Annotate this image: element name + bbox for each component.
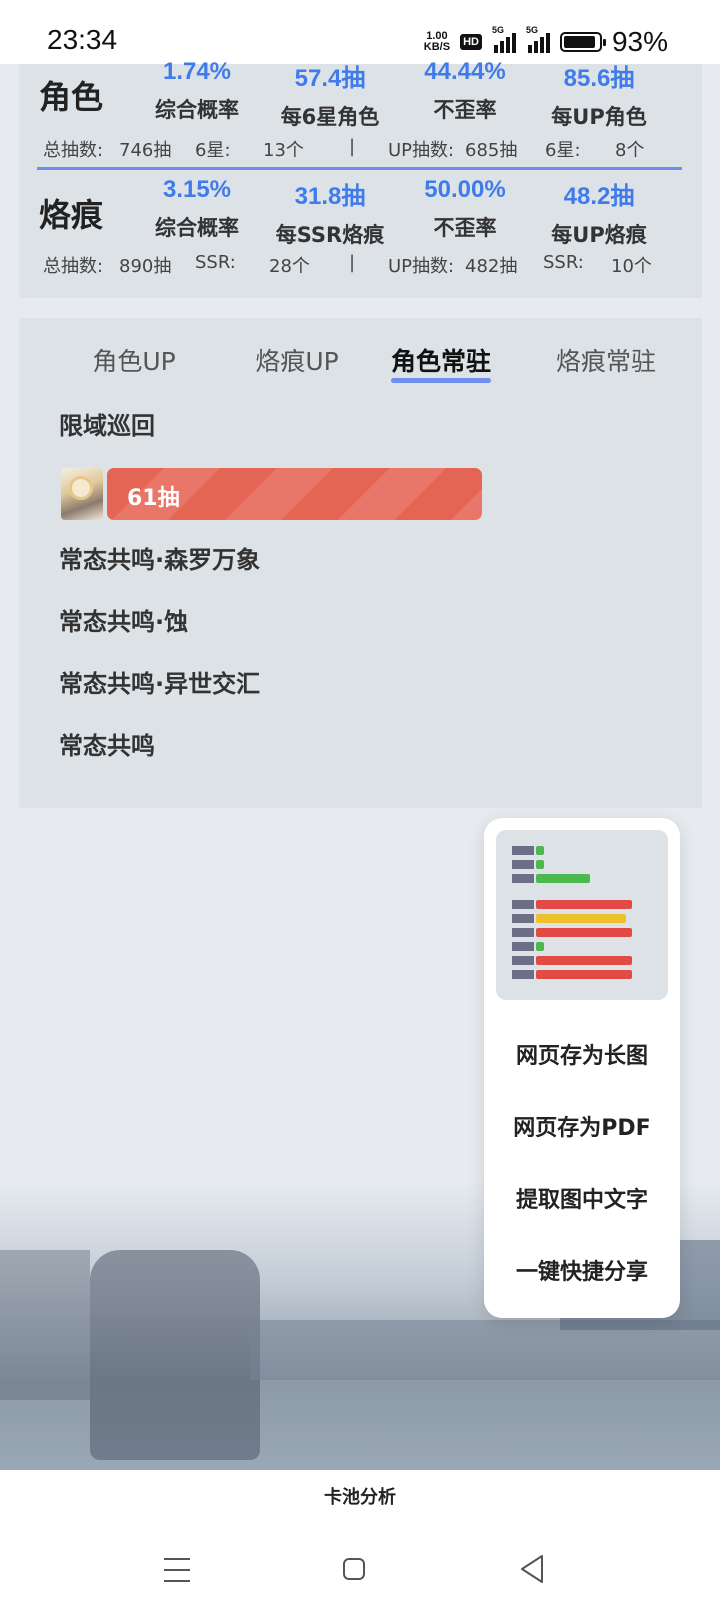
up-value: 482抽 bbox=[465, 256, 518, 277]
stats-panel: 角色 1.74% 综合概率 57.4抽 每6星角色 44.44% 不歪率 85.… bbox=[19, 58, 702, 298]
battery-percent: 93% bbox=[611, 26, 668, 57]
character-label: 角色 bbox=[39, 78, 104, 116]
tab-imprint-standard[interactable]: 烙痕常驻 bbox=[531, 342, 681, 378]
up-value: 685抽 bbox=[465, 140, 518, 161]
save-pdf-button[interactable]: 网页存为PDF bbox=[484, 1110, 680, 1142]
signal-label-2: 5G bbox=[525, 25, 538, 35]
metric-win-rate: 50.00% 不歪率 bbox=[395, 176, 535, 242]
rare-value: 28个 bbox=[269, 256, 310, 277]
hd-icon: HD bbox=[460, 34, 482, 50]
page-title: 卡池分析 bbox=[0, 1470, 720, 1530]
metric-per-up: 48.2抽 每UP烙痕 bbox=[529, 176, 669, 249]
imprint-label: 烙痕 bbox=[39, 196, 104, 234]
signal-label: 5G bbox=[491, 25, 504, 35]
metric-per-ssr: 31.8抽 每SSR烙痕 bbox=[260, 176, 400, 249]
metric-value: 50.00% bbox=[424, 176, 506, 203]
system-navigation-bar bbox=[0, 1530, 720, 1610]
save-long-image-button[interactable]: 网页存为长图 bbox=[484, 1038, 680, 1070]
battery-icon bbox=[559, 32, 606, 52]
network-speed-unit: KB/S bbox=[423, 41, 451, 53]
total-label: 总抽数: bbox=[43, 140, 104, 161]
home-icon[interactable] bbox=[343, 1558, 365, 1580]
metric-label: 综合概率 bbox=[155, 98, 239, 122]
page-preview-thumbnail[interactable] bbox=[496, 830, 668, 1000]
metric-label: 不歪率 bbox=[433, 216, 497, 240]
status-time: 23:34 bbox=[47, 24, 118, 55]
metric-overall-rate: 3.15% 综合概率 bbox=[127, 176, 267, 242]
metric-label: 每SSR烙痕 bbox=[275, 223, 385, 247]
tab-imprint-up[interactable]: 烙痕UP bbox=[222, 342, 372, 378]
network-speed: 1.00 KB/S bbox=[424, 31, 450, 53]
imprint-stats: 烙痕 3.15% 综合概率 31.8抽 每SSR烙痕 50.00% 不歪率 48… bbox=[19, 176, 702, 298]
metric-value: 44.44% bbox=[424, 58, 506, 85]
metric-label: 每UP角色 bbox=[551, 105, 647, 129]
pool-title: 常态共鸣·森罗万象 bbox=[59, 546, 261, 574]
metric-value: 48.2抽 bbox=[563, 183, 635, 210]
metric-value: 1.74% bbox=[162, 58, 232, 85]
up-label: UP抽数: bbox=[388, 140, 455, 161]
metric-win-rate: 44.44% 不歪率 bbox=[395, 58, 535, 124]
pool-title: 常态共鸣·蚀 bbox=[59, 608, 189, 636]
rare-value: 13个 bbox=[263, 140, 304, 161]
total-value: 746抽 bbox=[119, 140, 172, 161]
separator: | bbox=[349, 252, 356, 273]
character-stats: 角色 1.74% 综合概率 57.4抽 每6星角色 44.44% 不歪率 85.… bbox=[19, 58, 702, 176]
signal-icon: 5G bbox=[492, 25, 516, 53]
character-avatar bbox=[61, 468, 103, 520]
pull-record-row[interactable]: 61抽 bbox=[61, 468, 511, 520]
pool-title: 常态共鸣 bbox=[59, 732, 155, 760]
signal-icon-2: 5G bbox=[526, 25, 550, 53]
share-popup-menu: 网页存为长图 网页存为PDF 提取图中文字 一键快捷分享 bbox=[484, 818, 680, 1318]
separator: | bbox=[349, 136, 356, 157]
background-chair bbox=[90, 1250, 260, 1460]
up-rare-label: SSR: bbox=[543, 252, 584, 273]
status-indicators: 1.00 KB/S HD 5G 5G 93% bbox=[424, 25, 668, 58]
up-rare-value: 10个 bbox=[611, 256, 652, 277]
metric-value: 3.15% bbox=[162, 176, 232, 203]
metric-overall-rate: 1.74% 综合概率 bbox=[127, 58, 267, 124]
status-bar: 23:34 1.00 KB/S HD 5G 5G 93% bbox=[0, 0, 720, 64]
pool-title: 限域巡回 bbox=[59, 412, 155, 440]
up-label: UP抽数: bbox=[388, 256, 455, 277]
total-value: 890抽 bbox=[119, 256, 172, 277]
metric-per-up: 85.6抽 每UP角色 bbox=[529, 58, 669, 131]
metric-label: 不歪率 bbox=[433, 98, 497, 122]
metric-label: 每UP烙痕 bbox=[551, 223, 647, 247]
metric-value: 31.8抽 bbox=[294, 183, 366, 210]
extract-text-button[interactable]: 提取图中文字 bbox=[484, 1182, 680, 1214]
total-label: 总抽数: bbox=[43, 256, 104, 277]
section-divider bbox=[37, 167, 682, 170]
metric-per-6star: 57.4抽 每6星角色 bbox=[260, 58, 400, 131]
metric-value: 57.4抽 bbox=[294, 65, 366, 92]
tab-character-standard[interactable]: 角色常驻 bbox=[366, 342, 516, 378]
back-icon[interactable] bbox=[518, 1552, 558, 1588]
tab-character-up[interactable]: 角色UP bbox=[59, 342, 209, 378]
pull-count-bar: 61抽 bbox=[107, 468, 482, 520]
pull-count-label: 61抽 bbox=[127, 486, 180, 511]
active-tab-indicator bbox=[391, 378, 491, 383]
quick-share-button[interactable]: 一键快捷分享 bbox=[484, 1254, 680, 1286]
rare-label: SSR: bbox=[195, 252, 236, 273]
metric-label: 综合概率 bbox=[155, 216, 239, 240]
background-shelf bbox=[0, 1250, 90, 1400]
recent-apps-icon[interactable] bbox=[158, 1552, 198, 1588]
metric-value: 85.6抽 bbox=[563, 65, 635, 92]
metric-label: 每6星角色 bbox=[280, 105, 380, 129]
pool-panel: 角色UP 烙痕UP 角色常驻 烙痕常驻 限域巡回 61抽 常态共鸣·森罗万象 常… bbox=[19, 318, 702, 808]
pool-title: 常态共鸣·异世交汇 bbox=[59, 670, 261, 698]
rare-label: 6星: bbox=[195, 140, 231, 161]
up-rare-label: 6星: bbox=[545, 140, 581, 161]
up-rare-value: 8个 bbox=[615, 140, 645, 161]
